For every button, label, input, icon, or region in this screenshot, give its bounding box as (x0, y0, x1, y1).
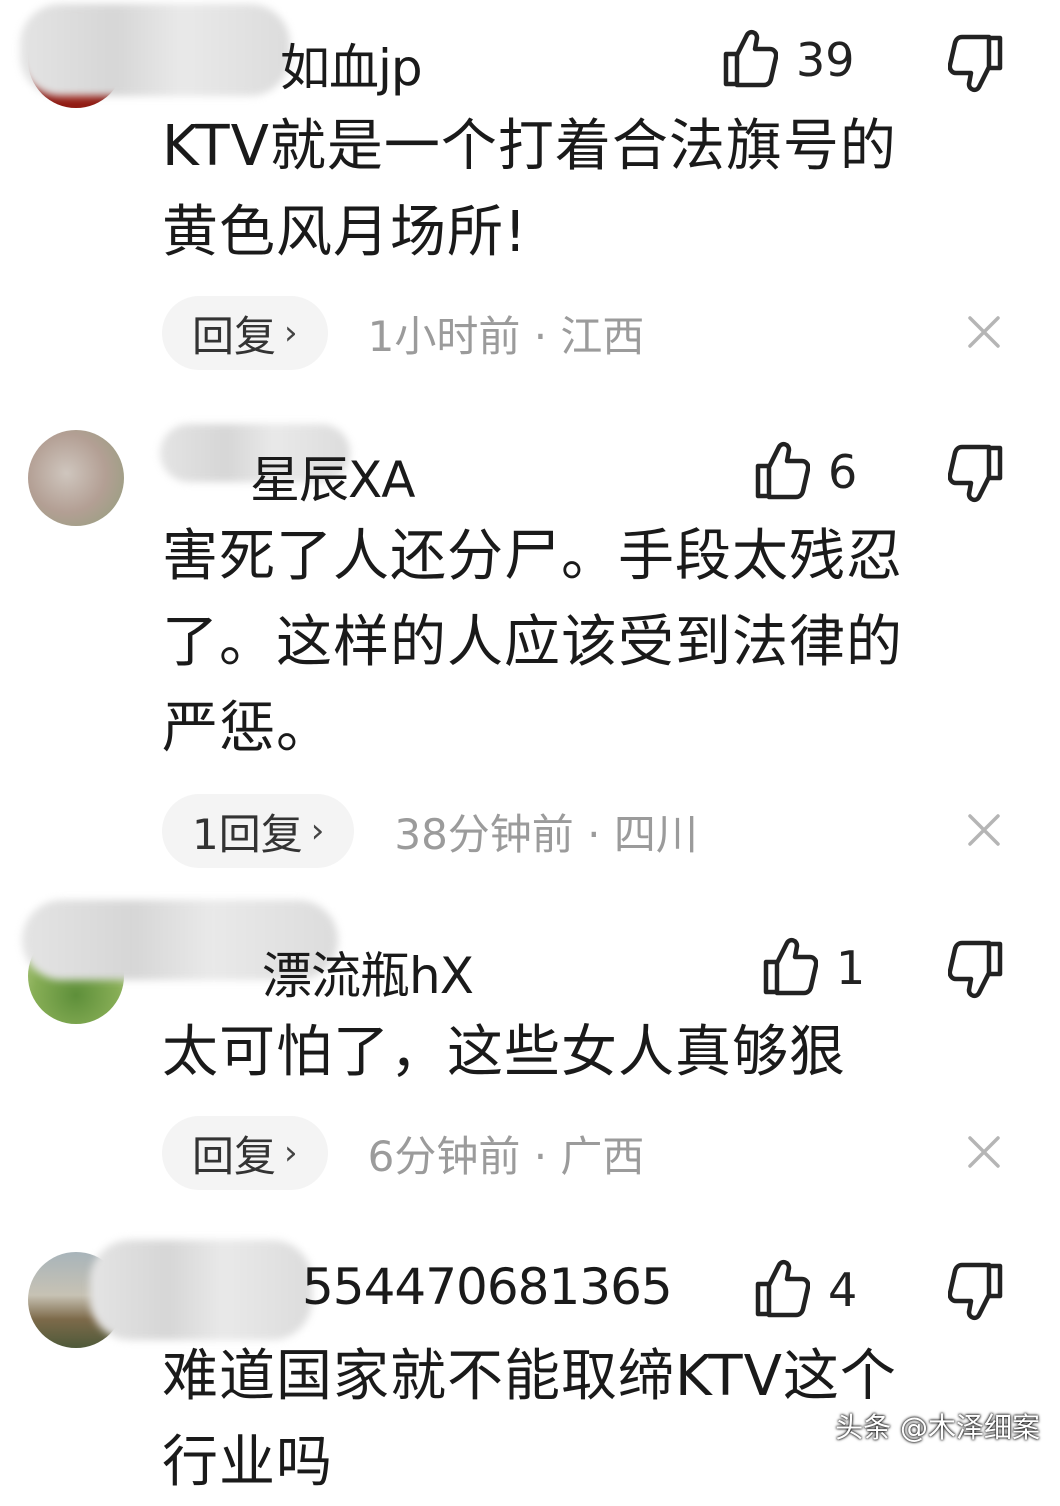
username[interactable]: 如血jp (280, 28, 423, 100)
reply-button[interactable]: 回复 › (162, 296, 328, 370)
like-count: 1 (836, 941, 866, 995)
comment-meta: 回复 › 6分钟前 · 广西 (162, 1116, 644, 1190)
close-icon[interactable] (966, 1134, 1002, 1174)
comment-text: 害死了人还分尸。手段太残忍 了。这样的人应该受到法律的 严惩。 (162, 514, 1002, 772)
thumbs-down-icon (947, 444, 1006, 508)
close-icon[interactable] (966, 812, 1002, 852)
reply-button[interactable]: 1回复 › (162, 794, 355, 868)
dislike-button[interactable] (947, 1262, 1006, 1326)
dislike-button[interactable] (947, 444, 1006, 508)
username[interactable]: 漂流瓶hX (262, 936, 474, 1008)
reply-label: 回复 (192, 311, 277, 361)
comment-text: 太可怕了，这些女人真够狠 (162, 1010, 1002, 1096)
like-button[interactable]: 39 (720, 28, 855, 92)
like-count: 4 (828, 1263, 858, 1317)
dislike-button[interactable] (947, 940, 1006, 1004)
redacted-username-part (90, 1240, 312, 1340)
chevron-right-icon: › (310, 811, 325, 851)
close-icon[interactable] (966, 314, 1002, 354)
thumbs-down-icon (947, 940, 1006, 1004)
reply-label: 1回复 (192, 809, 303, 859)
watermark: 头条 @木泽细案 (835, 1411, 1040, 1444)
thumbs-down-icon (947, 34, 1006, 98)
comment-meta: 回复 › 1小时前 · 江西 (162, 296, 644, 370)
reply-label: 回复 (192, 1131, 277, 1181)
comment-text-line: 黄色风月场所! (162, 200, 528, 265)
time-location: 38分钟前 · 四川 (394, 809, 698, 859)
thumbs-down-icon (947, 1262, 1006, 1326)
username[interactable]: 554470681365 (302, 1258, 673, 1316)
thumbs-up-icon (752, 440, 811, 504)
chevron-right-icon: › (284, 313, 298, 353)
username[interactable]: 星辰XA (250, 440, 415, 512)
comment-text: KTV就是一个打着合法旗号的 黄色风月场所! (162, 104, 1002, 276)
comment-text-line: KTV就是一个打着合法旗号的 (162, 114, 897, 179)
comment-text-line: 严惩。 (162, 696, 333, 761)
comment-text-line: 太可怕了，这些女人真够狠 (162, 1020, 846, 1085)
avatar[interactable] (28, 430, 124, 526)
like-button[interactable]: 1 (760, 936, 865, 1000)
comment-text-line: 了。这样的人应该受到法律的 (162, 610, 903, 675)
like-count: 39 (796, 33, 855, 87)
like-count: 6 (828, 445, 858, 499)
thumbs-up-icon (760, 936, 819, 1000)
like-button[interactable]: 6 (752, 440, 857, 504)
dislike-button[interactable] (947, 34, 1006, 98)
time-location: 6分钟前 · 广西 (367, 1131, 645, 1181)
reply-button[interactable]: 回复 › (162, 1116, 328, 1190)
chevron-right-icon: › (284, 1133, 298, 1173)
thumbs-up-icon (720, 28, 779, 92)
redacted-username-part (20, 4, 290, 96)
thumbs-up-icon (752, 1258, 811, 1322)
like-button[interactable]: 4 (752, 1258, 857, 1322)
time-location: 1小时前 · 江西 (367, 311, 645, 361)
comment-meta: 1回复 › 38分钟前 · 四川 (162, 794, 698, 868)
comment-text-line: 害死了人还分尸。手段太残忍 (162, 524, 903, 589)
